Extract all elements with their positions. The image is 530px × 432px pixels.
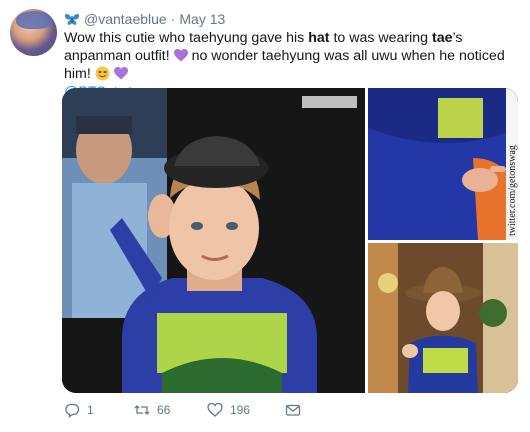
retweet-icon <box>134 405 150 415</box>
tweet-text-part1: Wow this cutie who taehyung gave his <box>64 30 309 46</box>
retweet-button[interactable]: 66 <box>134 402 207 418</box>
hand-sign-photo: twitter.com/getonswag <box>368 88 518 240</box>
reply-count: 1 <box>87 403 94 417</box>
watermark-text: twitter.com/getonswag <box>507 145 518 236</box>
butterfly-icon <box>65 13 79 25</box>
reply-icon <box>65 403 80 418</box>
action-bar: 1 66 196 <box>64 400 301 420</box>
media-grid[interactable]: twitter.com/getonswag <box>62 88 518 393</box>
like-count: 196 <box>230 403 251 417</box>
direct-message-button[interactable] <box>285 402 301 418</box>
tweet-date[interactable]: May 13 <box>179 11 225 27</box>
purple-heart-icon <box>173 49 188 62</box>
user-handle[interactable]: @vantaeblue <box>84 11 167 27</box>
tweet-header: @vantaeblue · May 13 <box>64 10 225 28</box>
avatar[interactable] <box>10 9 57 56</box>
boy-cowboy-hat-photo <box>368 243 518 393</box>
smiling-face-icon <box>95 66 110 81</box>
boy-with-hat-photo <box>62 88 365 393</box>
tweet-text-tae: tae <box>432 30 453 46</box>
like-button[interactable]: 196 <box>207 402 285 418</box>
media-photo-cowboy-hat[interactable] <box>368 243 518 393</box>
tweet-text-hat: hat <box>308 30 330 46</box>
media-photo-hand-sign[interactable]: twitter.com/getonswag <box>368 88 518 240</box>
reply-button[interactable]: 1 <box>64 402 134 418</box>
media-photo-main[interactable] <box>62 88 365 393</box>
envelope-icon <box>285 404 301 416</box>
separator: · <box>170 11 176 27</box>
tweet[interactable]: @vantaeblue · May 13 Wow this cutie who … <box>0 0 530 432</box>
heart-icon <box>207 402 223 417</box>
retweet-count: 66 <box>157 403 171 417</box>
tweet-text-part2: to was wearing <box>329 30 433 46</box>
purple-heart-icon <box>113 67 128 80</box>
